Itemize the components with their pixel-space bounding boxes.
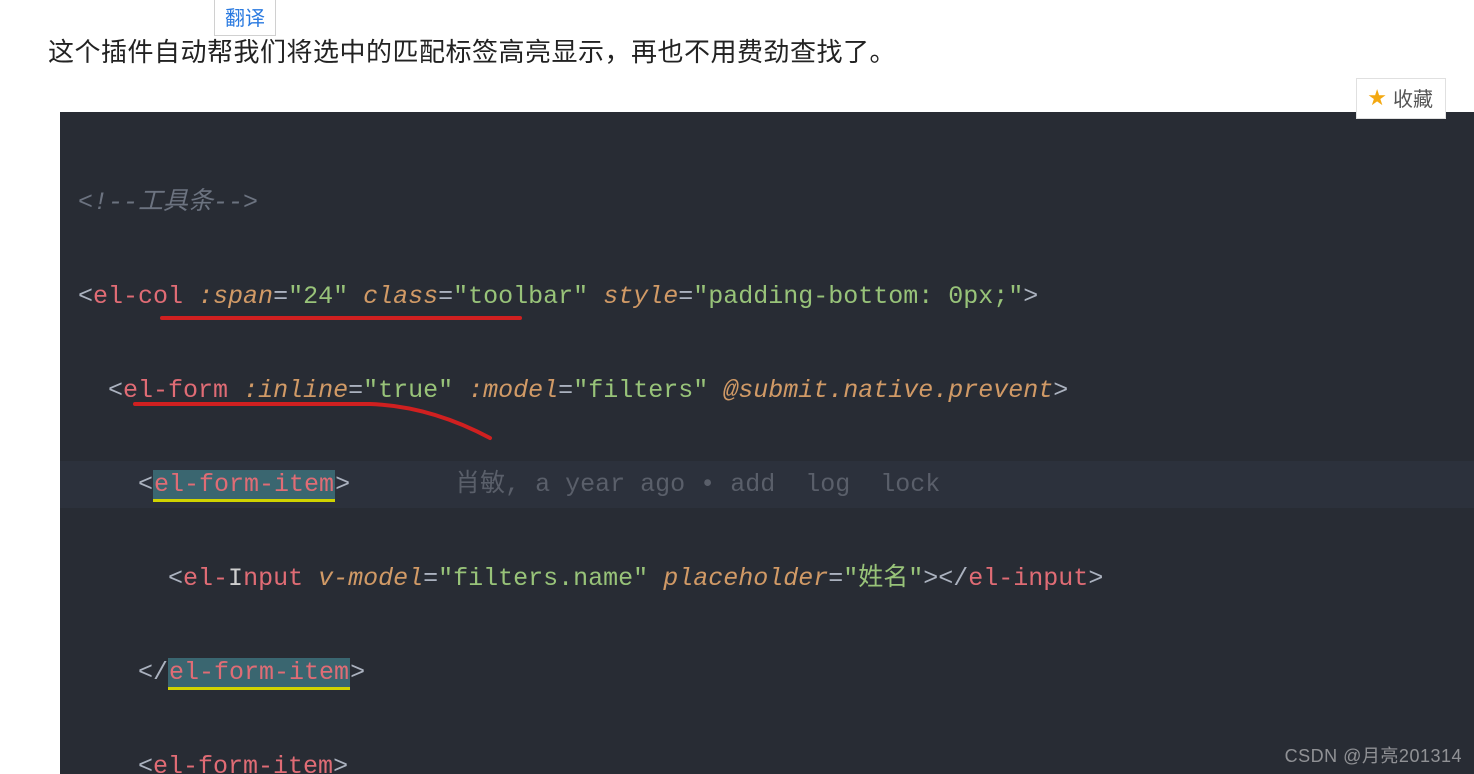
favorite-label: 收藏 — [1393, 83, 1433, 112]
description-text: 这个插件自动帮我们将选中的匹配标签高亮显示，再也不用费劲查找了。 — [48, 32, 896, 69]
code-comment: <!--工具条--> — [78, 188, 258, 217]
star-icon: ★ — [1367, 85, 1387, 111]
highlighted-line: <el-form-item> 肖敏, a year ago • add log … — [60, 461, 1474, 508]
favorite-button[interactable]: ★ 收藏 — [1356, 78, 1446, 119]
git-blame-annotation: 肖敏, a year ago • add log lock — [455, 470, 940, 499]
text-cursor-icon: I — [228, 564, 243, 593]
matched-close-tag: el-form-item — [168, 658, 350, 690]
translate-pill[interactable]: 翻译 — [214, 0, 276, 36]
watermark: CSDN @月亮201314 — [1285, 742, 1462, 768]
tag: el-col — [93, 282, 183, 311]
code-editor[interactable]: <!--工具条--> <el-col :span="24" class="too… — [60, 112, 1474, 774]
matched-open-tag: el-form-item — [153, 470, 335, 502]
